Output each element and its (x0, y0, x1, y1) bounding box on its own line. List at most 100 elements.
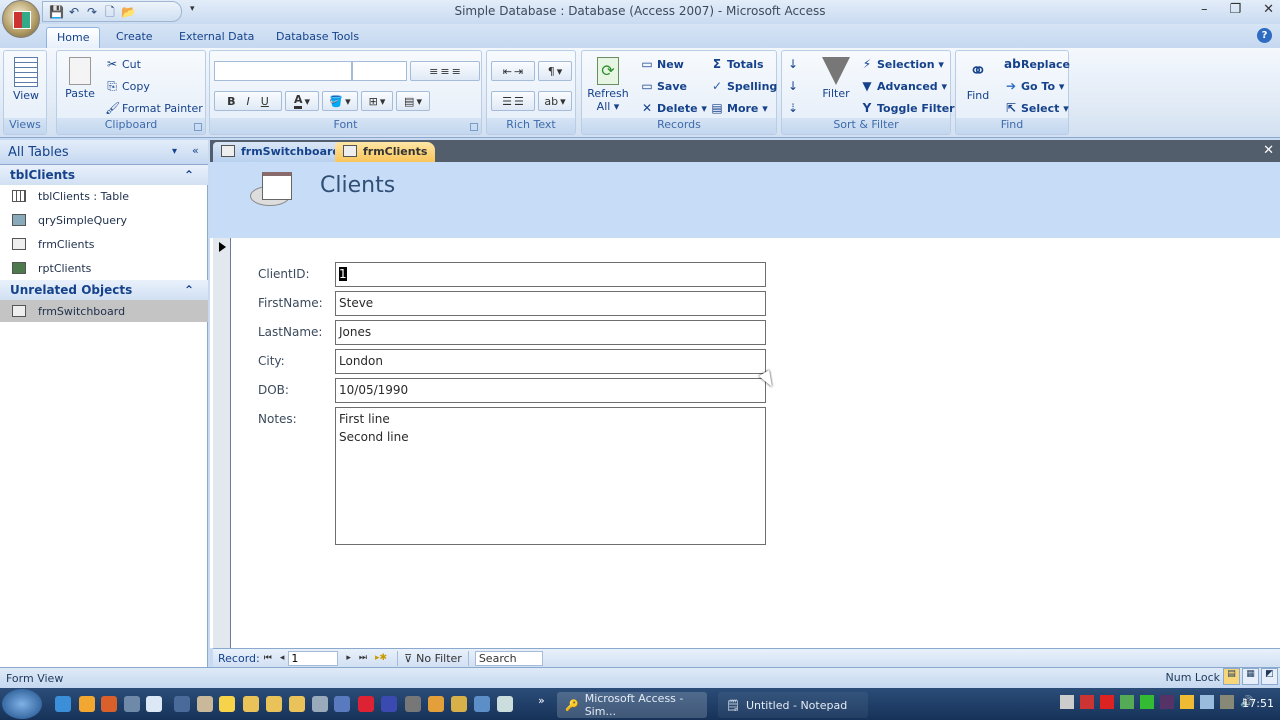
redo-icon[interactable]: ↷ (85, 5, 99, 19)
copy-button[interactable]: ⎘ Copy (105, 79, 150, 93)
nav-group-tblclients[interactable]: tblClients ⌃ (0, 165, 208, 185)
layout-view-button[interactable]: ▦ (1242, 668, 1259, 685)
nav-group-unrelated-objects[interactable]: Unrelated Objects ⌃ (0, 280, 208, 300)
delete-button[interactable]: ✕ Delete ▾ (640, 101, 707, 115)
refresh-all-button[interactable]: ⟳ Refresh All ▾ (585, 57, 631, 113)
replace-button[interactable]: ab Replace (1004, 57, 1070, 71)
folder-icon[interactable] (289, 696, 305, 712)
app-icon-6[interactable] (334, 696, 350, 712)
clipboard-launcher-icon[interactable] (194, 123, 202, 131)
paste-button[interactable]: Paste (63, 57, 97, 100)
office-button[interactable] (2, 0, 40, 38)
next-record-icon[interactable]: ▸ (346, 653, 351, 663)
app-icon-9[interactable] (405, 696, 421, 712)
cut-button[interactable]: ✂ Cut (105, 57, 141, 71)
gridlines-button[interactable]: ⊞ ▾ (361, 91, 393, 111)
app-icon-10[interactable] (451, 696, 467, 712)
font-color-button[interactable]: A ▾ (285, 91, 319, 111)
collapse-icon[interactable]: ⌃ (184, 168, 194, 182)
font-name-select[interactable] (214, 61, 352, 81)
toggle-filter-button[interactable]: Y Toggle Filter (860, 101, 955, 115)
tray-icon[interactable] (1060, 695, 1074, 709)
search-input[interactable]: Search (474, 650, 543, 666)
form-view-button[interactable]: ▤ (1223, 668, 1240, 685)
close-document-icon[interactable]: ✕ (1263, 143, 1274, 158)
app-icon-1[interactable] (79, 696, 95, 712)
nav-pane-header[interactable]: All Tables ▾ « (0, 140, 208, 165)
select-button[interactable]: ⇱ Select ▾ (1004, 101, 1069, 115)
tray-icon[interactable] (1080, 695, 1094, 709)
increase-indent-icon[interactable]: ⇥ (514, 65, 523, 78)
align-left-icon[interactable]: ≡ (429, 65, 438, 78)
nav-item-qrysimplequery[interactable]: qrySimpleQuery (0, 209, 208, 231)
clientid-field[interactable]: 1 (335, 262, 766, 287)
indent-buttons[interactable]: ⇤ ⇥ (491, 61, 535, 81)
restore-icon[interactable]: ❐ (1229, 2, 1241, 17)
city-field[interactable]: London (335, 349, 766, 374)
doc-tab-frmswitchboard[interactable]: frmSwitchboard (213, 142, 349, 162)
highlight-button[interactable]: ab ▾ (538, 91, 572, 111)
align-right-icon[interactable]: ≡ (452, 65, 461, 78)
view-button[interactable]: View (10, 57, 42, 102)
network-icon[interactable] (1220, 695, 1234, 709)
start-button[interactable] (2, 689, 42, 719)
app-icon-2[interactable] (124, 696, 140, 712)
nav-item-tblclients[interactable]: tblClients : Table (0, 185, 208, 207)
numbered-list-icon[interactable]: ☰ (502, 95, 512, 108)
font-size-select[interactable] (352, 61, 407, 81)
doc-tab-frmclients[interactable]: frmClients (335, 142, 436, 162)
design-view-button[interactable]: ◩ (1261, 668, 1278, 685)
tab-external-data[interactable]: External Data (169, 27, 264, 48)
dob-field[interactable]: 10/05/1990 (335, 378, 766, 403)
clock[interactable]: 17:51 (1242, 697, 1274, 710)
tray-icon[interactable] (1200, 695, 1214, 709)
nav-item-frmclients[interactable]: frmClients (0, 233, 208, 255)
bold-button[interactable]: B (227, 95, 235, 108)
firstname-field[interactable]: Steve (335, 291, 766, 316)
tab-create[interactable]: Create (106, 27, 163, 48)
goto-button[interactable]: ➔ Go To ▾ (1004, 79, 1064, 93)
app-icon-3[interactable] (174, 696, 190, 712)
new-record-button[interactable]: ▭ New (640, 57, 684, 71)
align-center-icon[interactable]: ≡ (440, 65, 449, 78)
star-icon[interactable] (219, 696, 235, 712)
decrease-indent-icon[interactable]: ⇤ (503, 65, 512, 78)
record-selector[interactable] (213, 238, 231, 648)
folder-icon[interactable] (243, 696, 259, 712)
underline-button[interactable]: U (261, 95, 269, 108)
shield-icon[interactable] (1180, 695, 1194, 709)
find-button[interactable]: ⚭ Find (960, 57, 996, 102)
folder-icon[interactable] (266, 696, 282, 712)
more-button[interactable]: ▤ More ▾ (710, 101, 767, 115)
alternate-fill-button[interactable]: ▤ ▾ (396, 91, 430, 111)
help-icon[interactable]: ? (1257, 28, 1272, 43)
task-access[interactable]: 🔑 Microsoft Access - Sim... (557, 692, 707, 718)
customize-qat-button[interactable]: ▾ (190, 4, 195, 14)
italic-button[interactable]: I (247, 95, 250, 108)
taskbar-overflow-icon[interactable]: » (538, 694, 545, 707)
clear-sort-button[interactable]: ⇣ (786, 101, 800, 115)
nav-item-rptclients[interactable]: rptClients (0, 257, 208, 279)
minimize-icon[interactable]: – (1201, 2, 1208, 17)
selection-button[interactable]: ⚡ Selection ▾ (860, 57, 944, 71)
chrome-icon[interactable] (428, 696, 444, 712)
filter-button[interactable]: Filter (816, 57, 856, 100)
tab-home[interactable]: Home (46, 27, 101, 48)
app-icon-5[interactable] (312, 696, 328, 712)
collapse-icon[interactable]: ⌃ (184, 283, 194, 297)
no-filter-button[interactable]: ⊽ No Filter (404, 652, 462, 665)
font-launcher-icon[interactable] (470, 123, 478, 131)
align-buttons[interactable]: ≡ ≡ ≡ (410, 61, 480, 81)
ati-icon[interactable] (1100, 695, 1114, 709)
app-icon-12[interactable] (497, 696, 513, 712)
nav-item-frmswitchboard[interactable]: frmSwitchboard (0, 300, 208, 322)
current-record-input[interactable]: 1 (288, 650, 339, 666)
undo-icon[interactable]: ↶ (67, 5, 81, 19)
last-record-icon[interactable]: ⏭ (359, 653, 367, 663)
close-icon[interactable]: ✕ (1263, 2, 1274, 17)
open-icon[interactable]: 📂 (121, 5, 136, 19)
bullet-list-icon[interactable]: ☰ (514, 95, 524, 108)
totals-button[interactable]: Σ Totals (710, 57, 764, 71)
notes-field[interactable]: First line Second line (335, 407, 766, 545)
previous-record-icon[interactable]: ◂ (280, 653, 285, 663)
